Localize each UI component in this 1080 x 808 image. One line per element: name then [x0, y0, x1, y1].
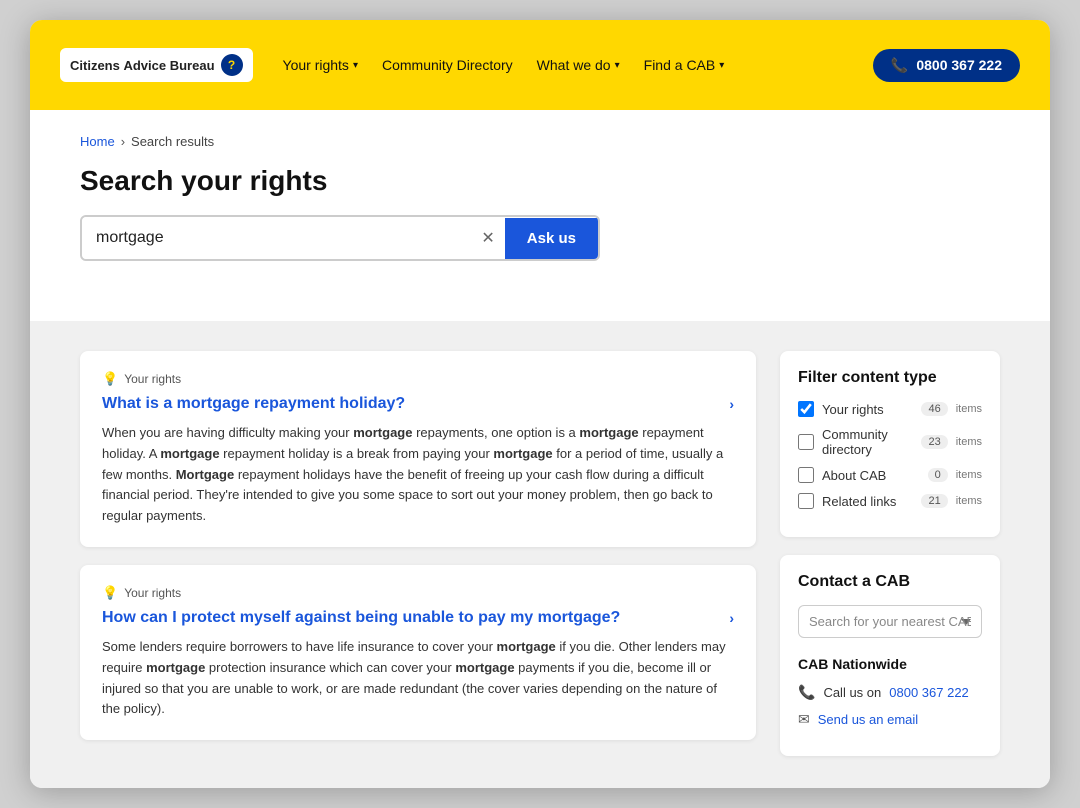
- filter-item-your-rights: Your rights 46 items: [798, 401, 982, 417]
- result-body: When you are having difficulty making yo…: [102, 423, 734, 527]
- filter-item-community-directory: Community directory 23 items: [798, 427, 982, 457]
- filter-item-about-cab: About CAB 0 items: [798, 467, 982, 483]
- result-tag: 💡 Your rights: [102, 585, 734, 601]
- phone-button[interactable]: 📞 0800 367 222: [873, 49, 1020, 82]
- page-title: Search your rights: [80, 165, 1000, 197]
- result-card: 💡 Your rights What is a mortgage repayme…: [80, 351, 756, 547]
- search-bar: ✕ Ask us: [80, 215, 600, 261]
- logo-icon: ?: [221, 54, 243, 76]
- logo-text: Citizens Advice Bureau: [70, 58, 215, 73]
- contact-phone-row: 📞 Call us on 0800 367 222: [798, 684, 982, 701]
- arrow-icon: ›: [729, 610, 734, 626]
- result-tag: 💡 Your rights: [102, 371, 734, 387]
- header: Citizens Advice Bureau ? Your rights ▾ C…: [30, 20, 1050, 110]
- filter-checkbox-community-directory[interactable]: [798, 434, 814, 450]
- search-cab-select[interactable]: Search for your nearest CAB: [798, 605, 982, 638]
- contact-title: Contact a CAB: [798, 573, 982, 591]
- arrow-icon: ›: [729, 396, 734, 412]
- result-body: Some lenders require borrowers to have l…: [102, 637, 734, 720]
- phone-icon: 📞: [798, 684, 815, 701]
- nav-what-we-do[interactable]: What we do ▾: [537, 57, 620, 73]
- main-content: Home › Search results Search your rights…: [30, 110, 1050, 321]
- clear-button[interactable]: ✕: [471, 228, 504, 248]
- filter-checkbox-related-links[interactable]: [798, 493, 814, 509]
- filter-checkbox-your-rights[interactable]: [798, 401, 814, 417]
- chevron-down-icon: ▾: [353, 60, 358, 71]
- result-card: 💡 Your rights How can I protect myself a…: [80, 565, 756, 740]
- sidebar: Filter content type Your rights 46 items…: [780, 351, 1000, 758]
- breadcrumb: Home › Search results: [80, 134, 1000, 149]
- result-title[interactable]: How can I protect myself against being u…: [102, 609, 734, 627]
- breadcrumb-current: Search results: [131, 134, 214, 149]
- nav-community-directory[interactable]: Community Directory: [382, 57, 513, 73]
- logo[interactable]: Citizens Advice Bureau ?: [60, 48, 253, 82]
- bulb-icon: 💡: [102, 371, 118, 387]
- contact-box: Contact a CAB Search for your nearest CA…: [780, 555, 1000, 756]
- chevron-down-icon: ▾: [719, 60, 724, 71]
- main-nav: Your rights ▾ Community Directory What w…: [283, 57, 843, 73]
- filter-box: Filter content type Your rights 46 items…: [780, 351, 1000, 537]
- filter-checkbox-about-cab[interactable]: [798, 467, 814, 483]
- phone-icon: 📞: [891, 57, 908, 74]
- phone-link[interactable]: 0800 367 222: [889, 685, 969, 700]
- content-layout: 💡 Your rights What is a mortgage repayme…: [80, 351, 1000, 758]
- results-column: 💡 Your rights What is a mortgage repayme…: [80, 351, 756, 758]
- filter-item-related-links: Related links 21 items: [798, 493, 982, 509]
- nav-your-rights[interactable]: Your rights ▾: [283, 57, 358, 73]
- result-title[interactable]: What is a mortgage repayment holiday? ›: [102, 395, 734, 413]
- nationwide-title: CAB Nationwide: [798, 656, 982, 672]
- breadcrumb-home[interactable]: Home: [80, 134, 115, 149]
- search-input[interactable]: [82, 217, 471, 259]
- results-section: 💡 Your rights What is a mortgage repayme…: [30, 321, 1050, 788]
- bulb-icon: 💡: [102, 585, 118, 601]
- filter-title: Filter content type: [798, 369, 982, 387]
- chevron-down-icon: ▾: [615, 60, 620, 71]
- ask-us-button[interactable]: Ask us: [505, 218, 598, 259]
- nav-find-a-cab[interactable]: Find a CAB ▾: [644, 57, 725, 73]
- breadcrumb-separator: ›: [121, 134, 125, 149]
